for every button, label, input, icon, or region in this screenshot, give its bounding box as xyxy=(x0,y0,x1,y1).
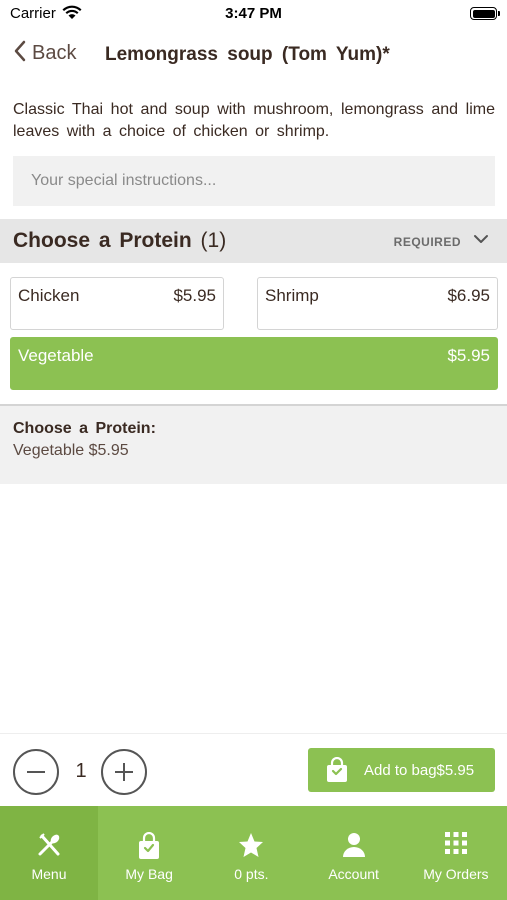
status-bar: Carrier 3:47 PM xyxy=(0,0,507,30)
option-name: Chicken xyxy=(18,286,80,305)
tab-points[interactable]: 0 pts. xyxy=(200,806,302,900)
quantity-bar: 1 Add to bag$5.95 xyxy=(0,733,507,806)
tab-my-orders[interactable]: My Orders xyxy=(405,806,507,900)
back-button[interactable]: Back xyxy=(14,40,76,67)
grid-icon xyxy=(444,832,467,859)
tab-account[interactable]: Account xyxy=(303,806,405,900)
section-title-text: Choose a Protein xyxy=(13,229,192,252)
tab-label: Account xyxy=(328,866,379,882)
section-title: Choose a Protein (1) xyxy=(13,229,226,253)
page-title: Lemongrass soup (Tom Yum)* xyxy=(105,44,390,65)
tab-my-bag[interactable]: My Bag xyxy=(98,806,200,900)
add-to-bag-label: Add to bag$5.95 xyxy=(364,762,475,779)
shopping-bag-icon xyxy=(325,756,349,788)
option-shrimp[interactable]: Shrimp $6.95 xyxy=(257,277,498,330)
option-price: $6.95 xyxy=(447,286,490,305)
option-name: Vegetable xyxy=(18,346,94,365)
tab-menu[interactable]: Menu xyxy=(0,806,98,900)
add-to-bag-button[interactable]: Add to bag$5.95 xyxy=(308,748,495,792)
special-instructions-input[interactable] xyxy=(13,156,495,206)
option-name: Shrimp xyxy=(265,286,319,305)
increase-quantity-button[interactable] xyxy=(101,749,147,795)
quantity-value: 1 xyxy=(75,760,87,782)
utensils-icon xyxy=(36,832,62,863)
shopping-bag-icon xyxy=(137,831,161,865)
option-price: $5.95 xyxy=(173,286,216,305)
summary-value: Vegetable $5.95 xyxy=(13,442,129,459)
summary-title: Choose a Protein: xyxy=(13,420,156,437)
chevron-down-icon xyxy=(473,232,489,250)
selection-summary: Choose a Protein: Vegetable $5.95 xyxy=(0,404,507,484)
chevron-left-icon xyxy=(14,40,26,67)
protein-section-header[interactable]: Choose a Protein (1) REQUIRED xyxy=(0,219,507,263)
battery-icon xyxy=(470,7,500,20)
option-vegetable[interactable]: Vegetable $5.95 xyxy=(10,337,498,390)
tab-label: 0 pts. xyxy=(234,866,269,882)
option-chicken[interactable]: Chicken $5.95 xyxy=(10,277,224,330)
required-badge: REQUIRED xyxy=(393,235,461,249)
option-price: $5.95 xyxy=(447,346,490,365)
person-icon xyxy=(342,832,366,863)
tab-label: My Bag xyxy=(125,866,173,882)
clock: 3:47 PM xyxy=(225,5,282,22)
tab-bar: Menu My Bag 0 pts. Account My Orders xyxy=(0,806,507,900)
tab-label: My Orders xyxy=(423,866,489,882)
nav-bar: Back Lemongrass soup (Tom Yum)* xyxy=(0,30,507,80)
item-description: Classic Thai hot and soup with mushroom,… xyxy=(13,101,495,140)
star-icon xyxy=(238,832,264,863)
tab-label: Menu xyxy=(31,866,67,882)
back-label: Back xyxy=(32,42,77,64)
decrease-quantity-button[interactable] xyxy=(13,749,59,795)
section-count: (1) xyxy=(200,229,227,252)
